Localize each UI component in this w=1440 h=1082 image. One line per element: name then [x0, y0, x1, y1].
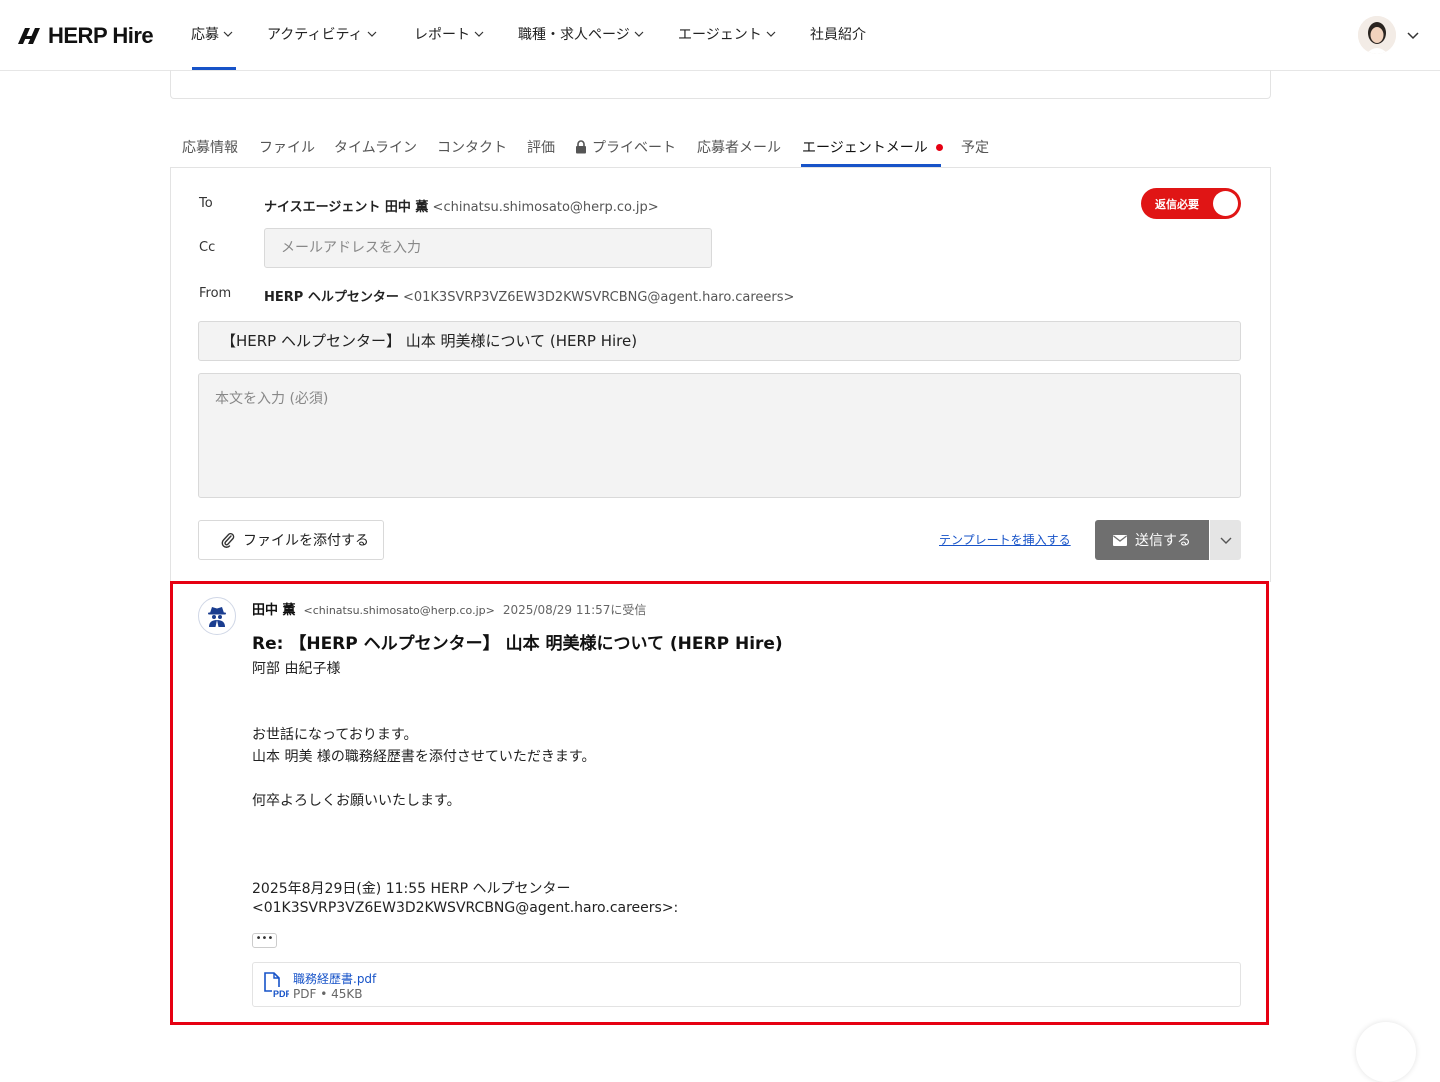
- tab-label: コンタクト: [437, 140, 507, 156]
- attachment-meta: PDF • 45KB: [293, 987, 363, 1001]
- to-recipient-email: <chinatsu.shimosato@herp.co.jp>: [432, 200, 659, 215]
- chevron-down-icon: [474, 31, 484, 37]
- tab-applicant-mail[interactable]: 応募者メール: [697, 137, 781, 157]
- attachment-card[interactable]: PDF 職務経歴書.pdf PDF • 45KB: [252, 962, 1241, 1007]
- to-label: To: [199, 196, 213, 211]
- chevron-down-icon: [367, 31, 377, 37]
- nav-reports[interactable]: レポート: [414, 24, 484, 44]
- tab-evaluation[interactable]: 評価: [527, 137, 555, 157]
- message-received-time: 2025/08/29 11:57に受信: [502, 603, 647, 617]
- attach-file-label: ファイルを添付する: [243, 533, 369, 549]
- user-photo-icon: [1358, 16, 1396, 54]
- nav-referral[interactable]: 社員紹介: [810, 24, 866, 44]
- tab-private[interactable]: プライベート: [575, 137, 676, 157]
- tab-label: プライベート: [592, 140, 676, 156]
- unread-notification-dot: [935, 143, 943, 151]
- message-sender-email: <chinatsu.shimosato@herp.co.jp>: [303, 604, 495, 617]
- send-label: 送信する: [1135, 533, 1191, 549]
- tab-agent-mail[interactable]: エージェントメール: [802, 137, 943, 157]
- nav-agents[interactable]: エージェント: [678, 24, 776, 44]
- tab-label: 応募者メール: [697, 140, 781, 156]
- to-recipient-name: ナイスエージェント 田中 薫: [264, 200, 429, 215]
- from-sender-name: HERP ヘルプセンター: [264, 290, 399, 305]
- message-greeting: 阿部 由紀子様: [252, 661, 341, 677]
- pdf-icon-label: PDF: [273, 989, 289, 999]
- message-body-line: お世話になっております。: [252, 727, 418, 743]
- message-body-line: 山本 明美 様の職務経歴書を添付させていただきます。: [252, 749, 596, 765]
- tab-application-info[interactable]: 応募情報: [182, 137, 238, 157]
- nav-applications[interactable]: 応募: [191, 24, 233, 44]
- body-textarea[interactable]: 本文を入力 (必須): [198, 373, 1241, 498]
- attach-file-button[interactable]: ファイルを添付する: [198, 520, 384, 560]
- tab-label: 予定: [961, 140, 989, 156]
- chevron-down-icon: [223, 31, 233, 37]
- reply-required-label: 返信必要: [1155, 198, 1199, 211]
- cc-label: Cc: [199, 240, 216, 255]
- nav-jobs[interactable]: 職種・求人ページ: [518, 24, 644, 44]
- floating-help-button[interactable]: [1356, 1022, 1416, 1082]
- message-subject: Re: 【HERP ヘルプセンター】 山本 明美様について (HERP Hire…: [252, 634, 783, 654]
- nav-label: 社員紹介: [810, 27, 866, 43]
- tab-timeline[interactable]: タイムライン: [334, 137, 417, 157]
- chevron-down-icon: [634, 31, 644, 37]
- herp-hire-logo[interactable]: HERP Hire: [16, 22, 154, 50]
- tab-label: エージェントメール: [802, 140, 928, 156]
- nav-activity[interactable]: アクティビティ: [267, 24, 377, 44]
- user-avatar[interactable]: [1358, 16, 1396, 54]
- envelope-icon: [1113, 534, 1127, 546]
- toggle-knob: [1213, 191, 1238, 216]
- pdf-file-icon: PDF: [264, 972, 289, 999]
- nav-label: レポート: [414, 27, 470, 43]
- tab-label: タイムライン: [334, 140, 418, 156]
- to-recipient: ナイスエージェント 田中 薫 <chinatsu.shimosato@herp.…: [264, 196, 659, 215]
- message-meta: 田中 薫 <chinatsu.shimosato@herp.co.jp> 202…: [252, 599, 646, 618]
- tab-label: 評価: [527, 140, 555, 156]
- tab-files[interactable]: ファイル: [259, 137, 315, 157]
- tab-schedule[interactable]: 予定: [961, 137, 989, 157]
- nav-label: 職種・求人ページ: [518, 27, 630, 43]
- paperclip-icon: [221, 533, 235, 548]
- tab-label: ファイル: [259, 140, 315, 156]
- message-quote-header: 2025年8月29日(金) 11:55 HERP ヘルプセンター: [252, 881, 571, 897]
- from-sender: HERP ヘルプセンター <01K3SVRP3VZ6EW3D2KWSVRCBNG…: [264, 286, 794, 305]
- nav-label: アクティビティ: [267, 27, 363, 43]
- from-sender-email: <01K3SVRP3VZ6EW3D2KWSVRCBNG@agent.haro.c…: [402, 290, 795, 305]
- message-sender: 田中 薫: [252, 603, 296, 618]
- message-body-line: 何卒よろしくお願いいたします。: [252, 793, 461, 809]
- send-options-dropdown[interactable]: [1210, 520, 1241, 560]
- reply-required-toggle[interactable]: 返信必要: [1141, 188, 1241, 219]
- nav-label: エージェント: [678, 27, 762, 43]
- show-quoted-text-button[interactable]: •••: [252, 933, 277, 948]
- from-label: From: [199, 286, 232, 301]
- agent-detective-icon: [208, 607, 226, 627]
- send-button[interactable]: 送信する: [1095, 520, 1209, 560]
- tab-contact[interactable]: コンタクト: [437, 137, 507, 157]
- message-quote-email: <01K3SVRP3VZ6EW3D2KWSVRCBNG@agent.haro.c…: [252, 900, 679, 916]
- account-menu-chevron-icon[interactable]: [1405, 28, 1421, 44]
- lock-icon: [576, 140, 586, 154]
- attachment-filename: 職務経歴書.pdf: [293, 972, 377, 986]
- cc-email-input[interactable]: メールアドレスを入力: [264, 228, 712, 268]
- logo-text: HERP Hire: [48, 23, 154, 48]
- subject-input[interactable]: 【HERP ヘルプセンター】 山本 明美様について (HERP Hire): [198, 321, 1241, 361]
- herp-logo-icon: [18, 28, 40, 44]
- nav-label: 応募: [191, 27, 219, 43]
- insert-template-link[interactable]: テンプレートを挿入する: [939, 531, 1071, 548]
- chevron-down-icon: [1220, 537, 1231, 544]
- applicant-summary-card: [170, 70, 1271, 99]
- tab-label: 応募情報: [182, 140, 238, 156]
- chevron-down-icon: [766, 31, 776, 37]
- agent-avatar: [198, 597, 236, 635]
